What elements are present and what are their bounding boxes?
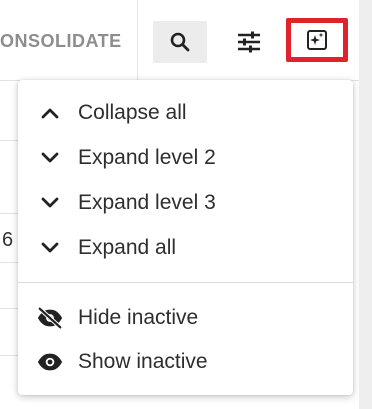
view-options-menu: Collapse all Expand level 2 Expand level… [18, 80, 353, 395]
background-cell-text: 6 [2, 229, 14, 251]
toolbar-divider [137, 0, 138, 80]
menu-item-show-inactive[interactable]: Show inactive [18, 340, 353, 384]
consolidate-tab-label[interactable]: ONSOLIDATE [0, 31, 122, 52]
sparkle-square-icon [307, 30, 327, 50]
scrollbar-track[interactable] [359, 0, 372, 409]
ai-insights-button[interactable] [286, 18, 348, 62]
eye-off-icon [36, 304, 64, 332]
menu-item-label: Hide inactive [78, 306, 199, 329]
menu-item-hide-inactive[interactable]: Hide inactive [18, 296, 353, 340]
menu-item-expand-level-3[interactable]: Expand level 3 [18, 181, 353, 225]
menu-item-label: Show inactive [78, 350, 208, 373]
menu-item-collapse-all[interactable]: Collapse all [18, 91, 353, 135]
tune-icon [238, 31, 260, 53]
background-row-divider [0, 262, 20, 263]
chevron-down-icon [36, 189, 64, 217]
menu-item-expand-all[interactable]: Expand all [18, 226, 353, 270]
menu-item-label: Collapse all [78, 101, 187, 124]
chevron-down-icon [36, 144, 64, 172]
background-row-divider [0, 140, 20, 141]
chevron-down-icon [36, 234, 64, 262]
menu-item-label: Expand level 3 [78, 191, 216, 214]
filter-settings-button[interactable] [224, 21, 274, 63]
toolbar: ONSOLIDATE [0, 0, 372, 81]
eye-icon [36, 348, 64, 376]
background-row-divider [0, 213, 20, 214]
menu-item-label: Expand all [78, 236, 177, 259]
menu-separator [18, 282, 353, 283]
background-row-divider [0, 355, 20, 356]
chevron-up-icon [36, 99, 64, 127]
menu-item-expand-level-2[interactable]: Expand level 2 [18, 136, 353, 180]
menu-item-label: Expand level 2 [78, 146, 216, 169]
search-button[interactable] [153, 21, 207, 63]
search-icon [170, 32, 190, 52]
background-row-divider [0, 308, 20, 309]
